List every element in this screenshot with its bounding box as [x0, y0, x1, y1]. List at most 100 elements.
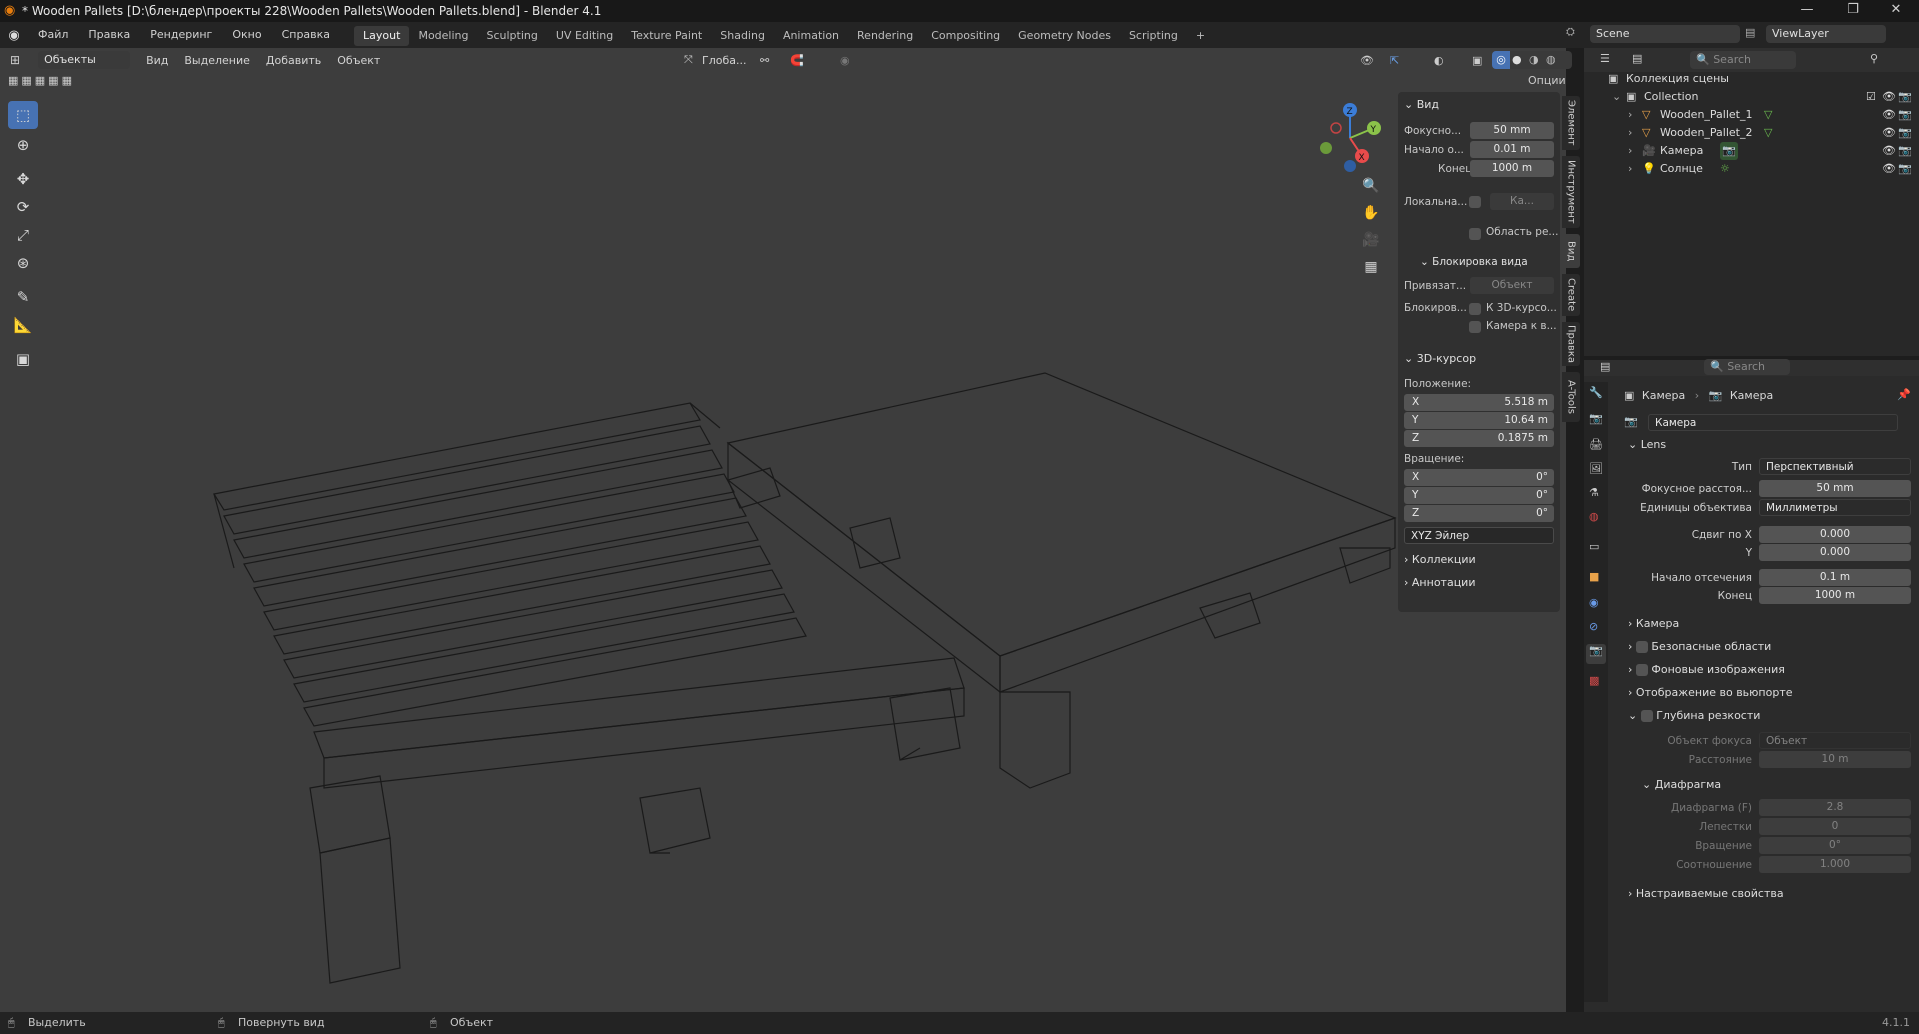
outliner-row-pallet-2[interactable]: › ▽ Wooden_Pallet_2 ▽ 👁 📷	[1584, 124, 1919, 142]
sun-light-icon[interactable]: ☼	[1720, 160, 1730, 178]
outliner-row-collection[interactable]: ⌄ ▣ Collection ☑ 👁 📷	[1584, 88, 1919, 106]
menu-view[interactable]: Вид	[138, 54, 176, 67]
overlay-icon[interactable]: ◐	[1434, 54, 1444, 67]
exclude-checkbox-icon[interactable]: ☑	[1866, 88, 1876, 106]
visibility-icon[interactable]: 👁	[1360, 54, 1374, 67]
lock-to-cursor-checkbox[interactable]	[1469, 303, 1481, 315]
properties-editor-icon[interactable]: ▤	[1600, 360, 1610, 373]
view-layer-tab-icon[interactable]: 🖼	[1589, 462, 1603, 475]
menu-object[interactable]: Объект	[329, 54, 388, 67]
dof-panel-header[interactable]: ⌄ Глубина резкости	[1628, 709, 1760, 722]
local-camera-checkbox[interactable]	[1469, 196, 1481, 208]
tab-rendering[interactable]: Rendering	[848, 26, 922, 46]
clip-end-field[interactable]: 1000 m	[1470, 160, 1554, 177]
view-lock-title[interactable]: ⌄ Блокировка вида	[1420, 256, 1528, 268]
camera-type-select[interactable]: Перспективный	[1759, 458, 1911, 475]
clip-start-field[interactable]: 0.1 m	[1759, 569, 1911, 586]
cursor-y-field[interactable]: Y 10.64 m	[1404, 412, 1554, 429]
render-region-checkbox[interactable]	[1469, 228, 1481, 240]
world-tab-icon[interactable]: ◍	[1589, 510, 1599, 523]
expand-chevron-icon[interactable]: ›	[1628, 124, 1632, 142]
close-button[interactable]: ✕	[1873, 0, 1919, 22]
cursor-rot-y-field[interactable]: Y 0°	[1404, 487, 1554, 504]
tab-texture-paint[interactable]: Texture Paint	[622, 26, 711, 46]
camera-data-icon[interactable]: 📷	[1720, 142, 1738, 160]
menu-select[interactable]: Выделение	[176, 54, 258, 67]
tab-a-tools[interactable]: A-Tools	[1562, 372, 1580, 422]
expand-chevron-icon[interactable]: ›	[1628, 142, 1632, 160]
menu-window[interactable]: Окно	[222, 22, 271, 48]
snap-icon[interactable]: 🧲	[790, 54, 804, 67]
focal-length-field[interactable]: 50 mm	[1759, 480, 1911, 497]
render-camera-icon[interactable]: 📷	[1898, 106, 1912, 124]
tab-view[interactable]: Вид	[1562, 234, 1580, 268]
eye-icon[interactable]: 👁	[1882, 142, 1896, 160]
collections-section[interactable]: › Коллекции	[1404, 553, 1476, 566]
move-tool-icon[interactable]: ✥	[8, 165, 38, 193]
custom-properties-panel-header[interactable]: › Настраиваемые свойства	[1628, 887, 1784, 900]
outliner-row-sun[interactable]: › 💡 Солнце ☼ 👁 📷	[1584, 160, 1919, 178]
navigation-gizmo[interactable]: Z Y X	[1310, 98, 1390, 178]
dof-checkbox[interactable]	[1640, 710, 1653, 722]
select-tool-icon[interactable]: ⬚	[8, 101, 38, 129]
mesh-data-icon[interactable]: ▽	[1764, 106, 1772, 124]
local-camera-field[interactable]: Ка...	[1490, 193, 1554, 210]
transform-orientation-selector[interactable]: Глоба...	[702, 54, 746, 67]
eye-icon[interactable]: 👁	[1882, 88, 1896, 106]
selection-mode-icons[interactable]: ▦▦▦▦▦	[8, 74, 75, 87]
collection-tab-icon[interactable]: ▭	[1589, 540, 1599, 553]
constraints-tab-icon[interactable]: ⊘	[1589, 620, 1598, 633]
outliner-row-pallet-1[interactable]: › ▽ Wooden_Pallet_1 ▽ 👁 📷	[1584, 106, 1919, 124]
menu-edit[interactable]: Правка	[78, 22, 140, 48]
aperture-ratio-field[interactable]: 1.000	[1759, 856, 1911, 873]
outliner-editor-icon[interactable]: ☰	[1600, 52, 1610, 65]
render-camera-icon[interactable]: 📷	[1898, 88, 1912, 106]
viewport-display-panel-header[interactable]: › Отображение во вьюпорте	[1628, 686, 1793, 699]
gizmo-toggle-icon[interactable]: ⇱	[1390, 54, 1399, 67]
tab-layout[interactable]: Layout	[354, 26, 410, 46]
focal-length-field[interactable]: 50 mm	[1470, 122, 1554, 139]
lens-panel-header[interactable]: ⌄ Lens	[1628, 438, 1666, 451]
rotation-mode-select[interactable]: XYZ Эйлер	[1404, 527, 1554, 544]
pan-hand-icon[interactable]: ✋	[1360, 200, 1382, 227]
annotations-section[interactable]: › Аннотации	[1404, 576, 1475, 589]
tab-modeling[interactable]: Modeling	[409, 26, 477, 46]
lock-to-object-field[interactable]: Объект	[1470, 277, 1554, 294]
rotate-tool-icon[interactable]: ⟳	[8, 193, 38, 221]
outliner-row-camera[interactable]: › 🎥 Камера 📷 👁 📷	[1584, 142, 1919, 160]
tool-tab-icon[interactable]: 🔧	[1589, 386, 1603, 399]
pivot-icon[interactable]: ⚯	[760, 54, 769, 67]
proportional-edit-icon[interactable]: ◉	[840, 54, 850, 67]
view-section-title[interactable]: ⌄ Вид	[1404, 98, 1439, 111]
outliner-row-scene-collection[interactable]: ▣ Коллекция сцены	[1584, 70, 1919, 88]
cursor-rot-x-field[interactable]: X 0°	[1404, 469, 1554, 486]
blender-menu-icon[interactable]: ◉	[0, 28, 28, 43]
tab-shading[interactable]: Shading	[711, 26, 774, 46]
viewlayer-selector[interactable]: ViewLayer	[1766, 25, 1886, 43]
render-camera-icon[interactable]: 📷	[1898, 160, 1912, 178]
tab-create[interactable]: Create	[1562, 274, 1580, 316]
shift-x-field[interactable]: 0.000	[1759, 526, 1911, 543]
texture-tab-icon[interactable]: ▩	[1589, 674, 1599, 687]
render-camera-icon[interactable]: 📷	[1898, 124, 1912, 142]
tab-scripting[interactable]: Scripting	[1120, 26, 1187, 46]
safe-areas-panel-header[interactable]: › Безопасные области	[1628, 640, 1771, 653]
camera-view-icon[interactable]: 🎥	[1360, 227, 1382, 254]
eye-icon[interactable]: 👁	[1882, 106, 1896, 124]
3d-viewport[interactable]: ⬚ ⊕ ✥ ⟳ ⤢ ⊛ ✎ 📐 ▣ Z Y X 🔍 ✋ 🎥 ▦	[0, 48, 1566, 1012]
mesh-data-icon[interactable]: ▽	[1764, 124, 1772, 142]
tab-animation[interactable]: Animation	[774, 26, 848, 46]
maximize-button[interactable]: ❐	[1830, 0, 1876, 22]
camera-data-tab-icon[interactable]: 📷	[1586, 644, 1606, 664]
tab-geometry-nodes[interactable]: Geometry Nodes	[1009, 26, 1120, 46]
menu-add[interactable]: Добавить	[258, 54, 329, 67]
camera-datablock-field[interactable]: Камера	[1648, 414, 1898, 431]
rendered-shading-icon[interactable]: ◍	[1546, 51, 1556, 69]
ortho-grid-icon[interactable]: ▦	[1360, 254, 1382, 281]
transform-tool-icon[interactable]: ⊛	[8, 249, 38, 277]
minimize-button[interactable]: —	[1784, 0, 1830, 22]
add-cube-tool-icon[interactable]: ▣	[8, 345, 38, 373]
filter-icon[interactable]: ⚲	[1870, 52, 1878, 65]
outliner-search-input[interactable]: 🔍 Search	[1690, 51, 1796, 69]
output-tab-icon[interactable]: 🖨	[1589, 438, 1603, 451]
